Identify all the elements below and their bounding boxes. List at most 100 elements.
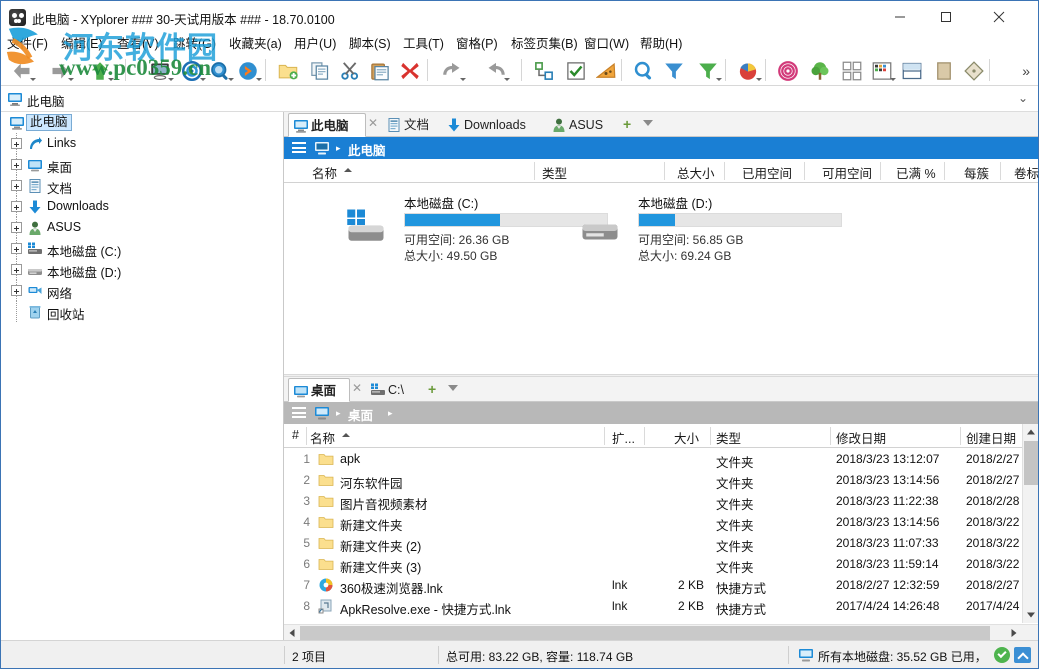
table-row[interactable]: 8ApkResolve.exe - 快捷方式.lnklnk2 KB快捷方式201… (284, 595, 1038, 616)
tree-item-3[interactable]: 文档 (1, 175, 284, 196)
column-header-5[interactable]: 已满 % (896, 163, 936, 182)
column-divider[interactable] (724, 162, 725, 180)
delete-button[interactable] (397, 56, 423, 84)
menu-item-5[interactable]: 用户(U) (294, 35, 336, 53)
column-divider[interactable] (664, 162, 665, 180)
find-files-button[interactable] (207, 56, 233, 84)
table-row[interactable]: 1apk文件夹2018/3/23 13:12:072018/2/27 12 (284, 448, 1038, 469)
chevron-down-icon[interactable] (504, 78, 510, 81)
tab-bottom_pane-1[interactable]: C:\ (366, 378, 418, 402)
column-divider[interactable] (306, 427, 307, 445)
chevron-down-icon[interactable] (890, 78, 896, 81)
chevron-down-icon[interactable] (756, 78, 762, 81)
scroll-down-button[interactable] (1023, 607, 1039, 623)
undo-button[interactable] (439, 56, 465, 84)
redo-button[interactable] (483, 56, 509, 84)
column-header-2[interactable]: 扩... (612, 428, 635, 447)
desktop-button[interactable] (147, 56, 173, 84)
close-icon[interactable]: ✕ (368, 116, 378, 130)
expand-toggle[interactable] (11, 180, 22, 191)
forward-button[interactable] (47, 56, 73, 84)
chevron-down-icon[interactable] (200, 78, 206, 81)
dual-pane-button[interactable] (899, 56, 925, 84)
paste-button[interactable] (367, 56, 393, 84)
menu-item-10[interactable]: 窗口(W) (584, 35, 629, 53)
menu-hamburger-icon[interactable] (292, 407, 306, 418)
expand-toggle[interactable] (11, 222, 22, 233)
branch-view-button[interactable] (807, 56, 833, 84)
menu-item-7[interactable]: 工具(T) (403, 35, 444, 53)
chevron-down-icon[interactable]: ⌄ (1018, 91, 1028, 105)
table-row[interactable]: 2河东软件园文件夹2018/3/23 13:14:562018/2/27 12 (284, 469, 1038, 490)
chevron-down-icon[interactable] (228, 78, 234, 81)
chevron-down-icon[interactable] (716, 78, 722, 81)
file-name[interactable]: ApkResolve.exe - 快捷方式.lnk (340, 599, 511, 617)
column-header-4[interactable]: 类型 (716, 428, 741, 447)
tab-top_pane-2[interactable]: Downloads (442, 113, 547, 137)
column-header-3[interactable]: 已用空间 (742, 163, 792, 182)
tree-item-4[interactable]: Downloads (1, 196, 284, 217)
file-list[interactable]: 1apk文件夹2018/3/23 13:12:072018/2/27 122河东… (284, 448, 1038, 617)
tree-item-6[interactable]: 本地磁盘 (C:) (1, 238, 284, 259)
column-divider[interactable] (944, 162, 945, 180)
scroll-left-button[interactable] (284, 625, 300, 641)
search-button[interactable] (631, 56, 657, 84)
add-tab-button[interactable]: + (428, 381, 436, 397)
bottom-pane-column-header[interactable]: #名称扩...大小类型修改日期创建日期 (284, 424, 1038, 448)
tab-bottom_pane-0[interactable]: 桌面 (288, 378, 350, 402)
close-button[interactable] (976, 1, 1022, 33)
file-name[interactable]: apk (340, 452, 360, 466)
select-button[interactable] (563, 56, 589, 84)
top-pane-breadcrumb[interactable]: ▸ 此电脑 (284, 137, 1038, 159)
menu-item-1[interactable]: 编辑(E) (61, 35, 103, 53)
menu-item-3[interactable]: 跳转(G) (173, 35, 216, 53)
column-header-3[interactable]: 大小 (674, 428, 699, 447)
chevron-down-icon[interactable] (168, 78, 174, 81)
top-pane-column-header[interactable]: 名称类型总大小已用空间可用空间已满 %每簇卷标 (284, 159, 1038, 183)
expand-toggle[interactable] (11, 138, 22, 149)
dropdown-arrow-icon[interactable] (448, 385, 458, 391)
tab-top_pane-0[interactable]: 此电脑 (288, 113, 366, 137)
table-row[interactable]: 4新建文件夹文件夹2018/3/23 13:14:562018/3/22 9: (284, 511, 1038, 532)
column-divider[interactable] (534, 162, 535, 180)
scroll-up-button[interactable] (1023, 424, 1039, 440)
filter-button[interactable] (661, 56, 687, 84)
column-header-4[interactable]: 可用空间 (822, 163, 872, 182)
toolbar-overflow-button[interactable]: » (1022, 63, 1030, 79)
highlight-button[interactable] (593, 56, 619, 84)
column-divider[interactable] (960, 427, 961, 445)
close-icon[interactable]: ✕ (352, 381, 362, 395)
menu-item-0[interactable]: 文件(F) (7, 35, 48, 53)
menu-item-2[interactable]: 查看(V) (117, 35, 159, 53)
tree-item-1[interactable]: Links (1, 133, 284, 154)
tree-item-0[interactable]: 此电脑 (1, 112, 284, 133)
menu-item-4[interactable]: 收藏夹(a) (229, 35, 282, 53)
copy-button[interactable] (307, 56, 333, 84)
column-header-5[interactable]: 修改日期 (836, 428, 886, 447)
chevron-down-icon[interactable] (30, 78, 36, 81)
tab-top_pane-3[interactable]: ASUS (547, 113, 613, 137)
column-header-6[interactable]: 每簇 (964, 163, 989, 182)
single-pane-button[interactable] (931, 56, 957, 84)
bottom-pane-breadcrumb[interactable]: ▸ 桌面 ▸ (284, 402, 1038, 424)
dropdown-arrow-icon[interactable] (643, 120, 653, 126)
tree-item-8[interactable]: 网络 (1, 280, 284, 301)
menu-item-9[interactable]: 标签页集(B) (511, 35, 578, 53)
column-divider[interactable] (604, 427, 605, 445)
table-row[interactable]: 7360极速浏览器.lnklnk2 KB快捷方式2018/2/27 12:32:… (284, 574, 1038, 595)
breadcrumb-path[interactable]: 此电脑 (348, 140, 386, 159)
column-header-2[interactable]: 总大小 (677, 163, 715, 182)
breadcrumb-path[interactable]: 桌面 (348, 405, 373, 424)
table-row[interactable]: 6新建文件夹 (3)文件夹2018/3/23 11:59:142018/3/22… (284, 553, 1038, 574)
column-header-7[interactable]: 卷标 (1014, 163, 1039, 182)
menu-item-6[interactable]: 脚本(S) (349, 35, 391, 53)
back-button[interactable] (9, 56, 35, 84)
check-circle-icon[interactable] (994, 647, 1010, 663)
column-divider[interactable] (1000, 162, 1001, 180)
scroll-right-button[interactable] (1006, 625, 1022, 641)
spiral-button[interactable] (775, 56, 801, 84)
tree-sync-button[interactable] (531, 56, 557, 84)
column-divider[interactable] (644, 427, 645, 445)
column-divider[interactable] (710, 427, 711, 445)
table-row[interactable]: 5新建文件夹 (2)文件夹2018/3/23 11:07:332018/3/22… (284, 532, 1038, 553)
